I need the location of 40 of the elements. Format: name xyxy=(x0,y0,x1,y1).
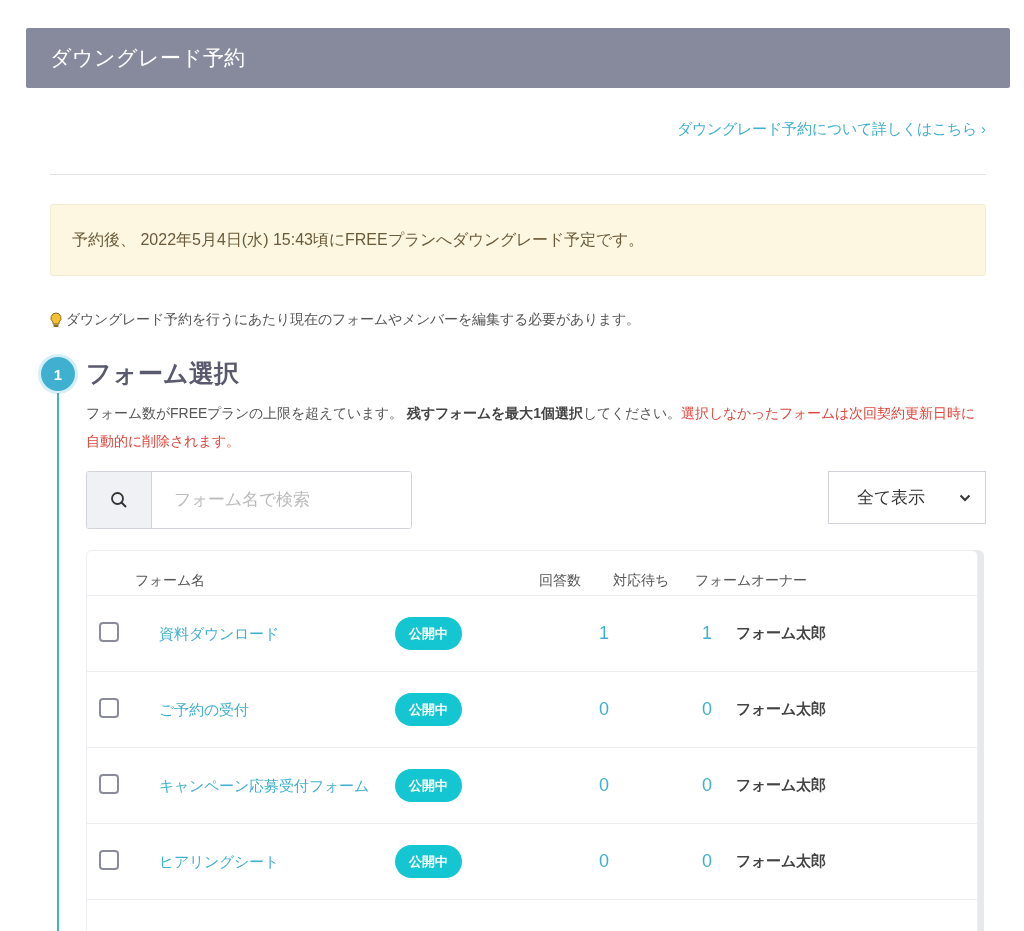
form-name-link[interactable]: ご予約の受付 xyxy=(159,700,249,718)
step-title: フォーム選択 xyxy=(86,358,240,389)
step-description: フォーム数がFREEプランの上限を超えています。 残すフォームを最大1個選択してください。選択しなかったフォームは次回契約更新日時に自動的に削除されます。 xyxy=(86,404,977,451)
response-count: 1 xyxy=(598,623,609,644)
owner-name: フォーム太郎 xyxy=(735,700,826,719)
pending-count: 1 xyxy=(701,623,712,644)
status-badge: 公開中 xyxy=(395,845,462,878)
pending-count: 0 xyxy=(701,775,712,796)
page-title: ダウングレード予約 xyxy=(50,45,245,71)
status-badge: 公開中 xyxy=(395,693,462,726)
row-checkbox[interactable] xyxy=(99,621,119,642)
filter-dropdown[interactable]: 全て表示 xyxy=(828,471,986,524)
row-checkbox[interactable] xyxy=(99,697,119,718)
search-field[interactable]: フォーム名で検索 xyxy=(86,471,412,529)
owner-name: フォーム太郎 xyxy=(735,852,826,871)
status-badge: 公開中 xyxy=(395,769,462,802)
row-checkbox[interactable] xyxy=(99,773,119,794)
step-number: 1 xyxy=(41,357,75,391)
column-header: 回答数 xyxy=(538,571,582,590)
column-header: 対応待ち xyxy=(613,571,670,590)
form-name-link[interactable]: キャンペーン応募受付フォーム xyxy=(159,776,369,794)
hint-text: ダウングレード予約を行うにあたり現在のフォームやメンバーを編集する必要があります。 xyxy=(66,311,640,329)
notice-banner: 予約後、 2022年5月4日(水) 15:43頃にFREEプランへダウングレード予定です。 xyxy=(50,204,986,276)
chevron-down-icon xyxy=(959,493,971,502)
row-checkbox[interactable] xyxy=(99,849,119,870)
owner-name: フォーム太郎 xyxy=(735,776,826,795)
pending-count: 0 xyxy=(701,851,712,872)
column-header: フォームオーナー xyxy=(695,571,807,590)
help-link[interactable]: ダウングレード予約について詳しくはこちら › xyxy=(676,120,986,142)
form-name-link[interactable]: 資料ダウンロード xyxy=(159,624,279,642)
search-icon xyxy=(110,491,128,509)
lightbulb-icon xyxy=(50,312,62,328)
owner-name: フォーム太郎 xyxy=(735,624,826,643)
response-count: 0 xyxy=(598,851,609,872)
response-count: 0 xyxy=(598,699,609,720)
status-badge: 公開中 xyxy=(395,617,462,650)
column-header: フォーム名 xyxy=(134,571,206,590)
form-name-link[interactable]: ヒアリングシート xyxy=(159,852,279,870)
response-count: 0 xyxy=(598,775,609,796)
pending-count: 0 xyxy=(701,699,712,720)
